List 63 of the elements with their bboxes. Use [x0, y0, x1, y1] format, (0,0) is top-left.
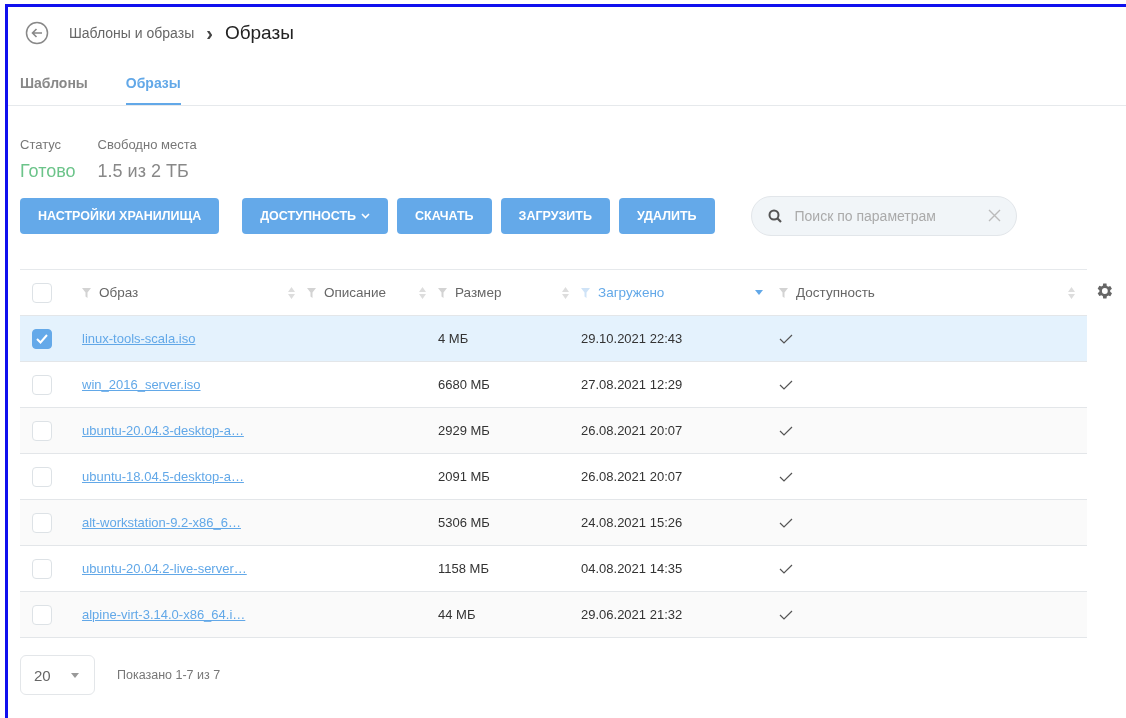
pagination-summary: Показано 1-7 из 7 [117, 668, 221, 682]
breadcrumb-separator: › [206, 21, 213, 45]
page-size-select[interactable]: 20 [20, 655, 95, 695]
image-link[interactable]: alt-workstation-9.2-x86_6… [82, 515, 241, 530]
table-cell: 29.06.2021 21:32 [581, 607, 683, 622]
sort-icon[interactable] [1068, 286, 1075, 299]
column-header[interactable]: Описание [324, 285, 387, 300]
image-link[interactable]: ubuntu-18.04.5-desktop-a… [82, 469, 244, 484]
filter-icon[interactable] [438, 287, 447, 298]
column-header[interactable]: Загружено [598, 285, 665, 300]
tab[interactable]: Шаблоны [20, 75, 88, 105]
table-cell: 24.08.2021 15:26 [581, 515, 683, 530]
column-header[interactable]: Образ [99, 285, 139, 300]
table-row[interactable]: alt-workstation-9.2-x86_6… 5306 МБ 24.08.2021 15:26 [20, 500, 1087, 546]
toolbar-button[interactable]: СКАЧАТЬ [397, 198, 492, 234]
table-cell: 27.08.2021 12:29 [581, 377, 683, 392]
sort-down-icon[interactable] [755, 290, 763, 295]
caret-icon [70, 672, 79, 678]
table-cell: 2091 МБ [438, 469, 490, 484]
filter-icon[interactable] [82, 287, 91, 298]
table-cell: 1158 МБ [438, 561, 489, 576]
back-icon[interactable] [25, 21, 49, 45]
table-cell: 2929 МБ [438, 423, 490, 438]
filter-icon[interactable] [779, 287, 788, 298]
filter-icon[interactable] [307, 287, 316, 298]
table-cell: 26.08.2021 20:07 [581, 423, 683, 438]
sort-icon[interactable] [562, 286, 569, 299]
checkbox[interactable] [32, 328, 52, 349]
tick-icon [36, 333, 48, 344]
breadcrumb-link[interactable]: Шаблоны и образы [69, 25, 195, 41]
toolbar-button[interactable]: УДАЛИТЬ [618, 198, 715, 234]
tab[interactable]: Образы [125, 75, 181, 105]
search-field[interactable]: Поиск по параметрам [750, 196, 1017, 236]
info-label: Статус [20, 137, 63, 152]
table-row[interactable]: alpine-virt-3.14.0-x86_64.i… 44 МБ 29.06.2021 21:32 [20, 592, 1087, 638]
table-cell: 6680 МБ [438, 377, 490, 392]
image-link[interactable]: win_2016_server.iso [82, 377, 201, 392]
toolbar-button[interactable]: ДОСТУПНОСТЬ [242, 198, 389, 234]
toolbar-button[interactable]: НАСТРОЙКИ ХРАНИЛИЩА [20, 198, 220, 234]
chevron-icon [361, 213, 371, 219]
table-cell: 29.10.2021 22:43 [581, 331, 683, 346]
table-row[interactable]: ubuntu-20.04.3-desktop-a… 2929 МБ 26.08.2021 20:07 [20, 408, 1087, 454]
table-cell: 5306 МБ [438, 515, 490, 530]
info-value: Готово [20, 161, 76, 182]
table-cell: 4 МБ [438, 331, 469, 346]
column-header[interactable]: Размер [455, 285, 502, 300]
image-link[interactable]: linux-tools-scala.iso [82, 331, 196, 346]
column-header[interactable]: Доступность [796, 285, 875, 300]
image-link[interactable]: alpine-virt-3.14.0-x86_64.i… [82, 607, 246, 622]
table-cell: 44 МБ [438, 607, 476, 622]
image-link[interactable]: ubuntu-20.04.2-live-server… [82, 561, 247, 576]
toolbar-button[interactable]: ЗАГРУЗИТЬ [500, 198, 610, 234]
table-cell: 26.08.2021 20:07 [581, 469, 683, 484]
image-link[interactable]: ubuntu-20.04.3-desktop-a… [82, 423, 244, 438]
info-label: Свободно места [97, 137, 197, 152]
sort-icon[interactable] [419, 286, 426, 299]
table-cell: 04.08.2021 14:35 [581, 561, 683, 576]
page-title: Образы [224, 22, 294, 44]
filter-icon[interactable] [581, 287, 590, 298]
sort-icon[interactable] [288, 286, 295, 299]
info-value: 1.5 из 2 ТБ [97, 161, 190, 182]
table-row[interactable]: linux-tools-scala.iso 4 МБ 29.10.2021 22:43 [20, 316, 1087, 362]
close-icon[interactable] [987, 209, 1001, 222]
